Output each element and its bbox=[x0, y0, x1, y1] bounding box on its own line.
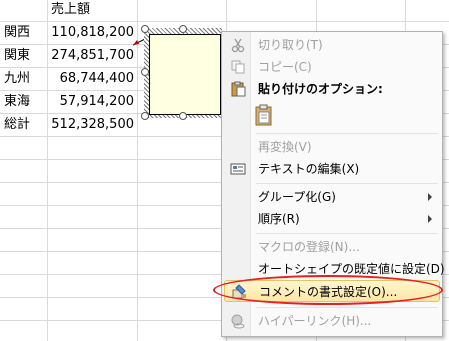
menu-item-label: 再変換(V) bbox=[258, 140, 312, 154]
menu-item-label: コピー(C) bbox=[258, 60, 312, 74]
header-cell-sales[interactable]: 売上額 bbox=[51, 0, 90, 21]
menu-item-label: 貼り付けのオプション: bbox=[258, 82, 383, 96]
menu-item-label: グループ化(G) bbox=[258, 190, 336, 204]
submenu-arrow-icon bbox=[428, 193, 432, 201]
hyperlink-globe-icon bbox=[231, 314, 245, 329]
value-cell[interactable]: 274,851,700 bbox=[48, 45, 134, 67]
region-cell[interactable]: 総計 bbox=[4, 114, 30, 136]
resize-handle[interactable] bbox=[179, 112, 187, 120]
menu-item-assign-macro[interactable]: マクロの登録(N)... bbox=[224, 236, 440, 258]
region-cell[interactable]: 九州 bbox=[4, 68, 30, 90]
value-cell[interactable]: 68,744,400 bbox=[48, 68, 134, 90]
region-cell[interactable]: 関西 bbox=[4, 22, 30, 44]
menu-separator bbox=[256, 133, 438, 134]
highlight-annotation-ellipse bbox=[213, 275, 443, 305]
scissors-icon bbox=[231, 38, 245, 53]
menu-separator bbox=[256, 233, 438, 234]
resize-handle[interactable] bbox=[141, 25, 149, 33]
comment-body[interactable] bbox=[149, 34, 221, 115]
edit-text-icon bbox=[230, 163, 246, 175]
menu-item-label: 順序(R) bbox=[258, 212, 300, 226]
value-cell[interactable]: 57,914,200 bbox=[48, 91, 134, 113]
menu-item-edit-text[interactable]: テキストの編集(X) bbox=[224, 158, 440, 180]
menu-item-copy[interactable]: コピー(C) bbox=[224, 56, 440, 78]
value-cell[interactable]: 110,818,200 bbox=[48, 22, 134, 44]
menu-item-group[interactable]: グループ化(G) bbox=[224, 186, 440, 208]
menu-separator bbox=[256, 183, 438, 184]
region-cell[interactable]: 関東 bbox=[4, 45, 30, 67]
comment-box-selected[interactable] bbox=[141, 25, 222, 120]
menu-item-paste-options: 貼り付けのオプション: bbox=[224, 78, 440, 100]
menu-item-label: 切り取り(T) bbox=[258, 38, 323, 52]
menu-item-order[interactable]: 順序(R) bbox=[224, 208, 440, 230]
menu-item-hyperlink[interactable]: ハイパーリンク(H)... bbox=[224, 310, 440, 332]
resize-handle[interactable] bbox=[141, 112, 149, 120]
copy-icon bbox=[231, 60, 245, 74]
resize-handle[interactable] bbox=[141, 68, 149, 76]
value-cell[interactable]: 512,328,500 bbox=[48, 114, 134, 136]
menu-item-label: ハイパーリンク(H)... bbox=[258, 314, 372, 328]
submenu-arrow-icon bbox=[428, 215, 432, 223]
menu-separator bbox=[256, 307, 438, 308]
menu-item-reconvert[interactable]: 再変換(V) bbox=[224, 136, 440, 158]
clipboard-icon bbox=[231, 81, 246, 97]
paste-clipboard-icon[interactable] bbox=[254, 104, 274, 126]
menu-item-label: テキストの編集(X) bbox=[258, 162, 360, 176]
menu-item-label: マクロの登録(N)... bbox=[258, 240, 360, 254]
region-cell[interactable]: 東海 bbox=[4, 91, 30, 113]
resize-handle[interactable] bbox=[179, 25, 187, 33]
menu-item-cut[interactable]: 切り取り(T) bbox=[224, 34, 440, 56]
